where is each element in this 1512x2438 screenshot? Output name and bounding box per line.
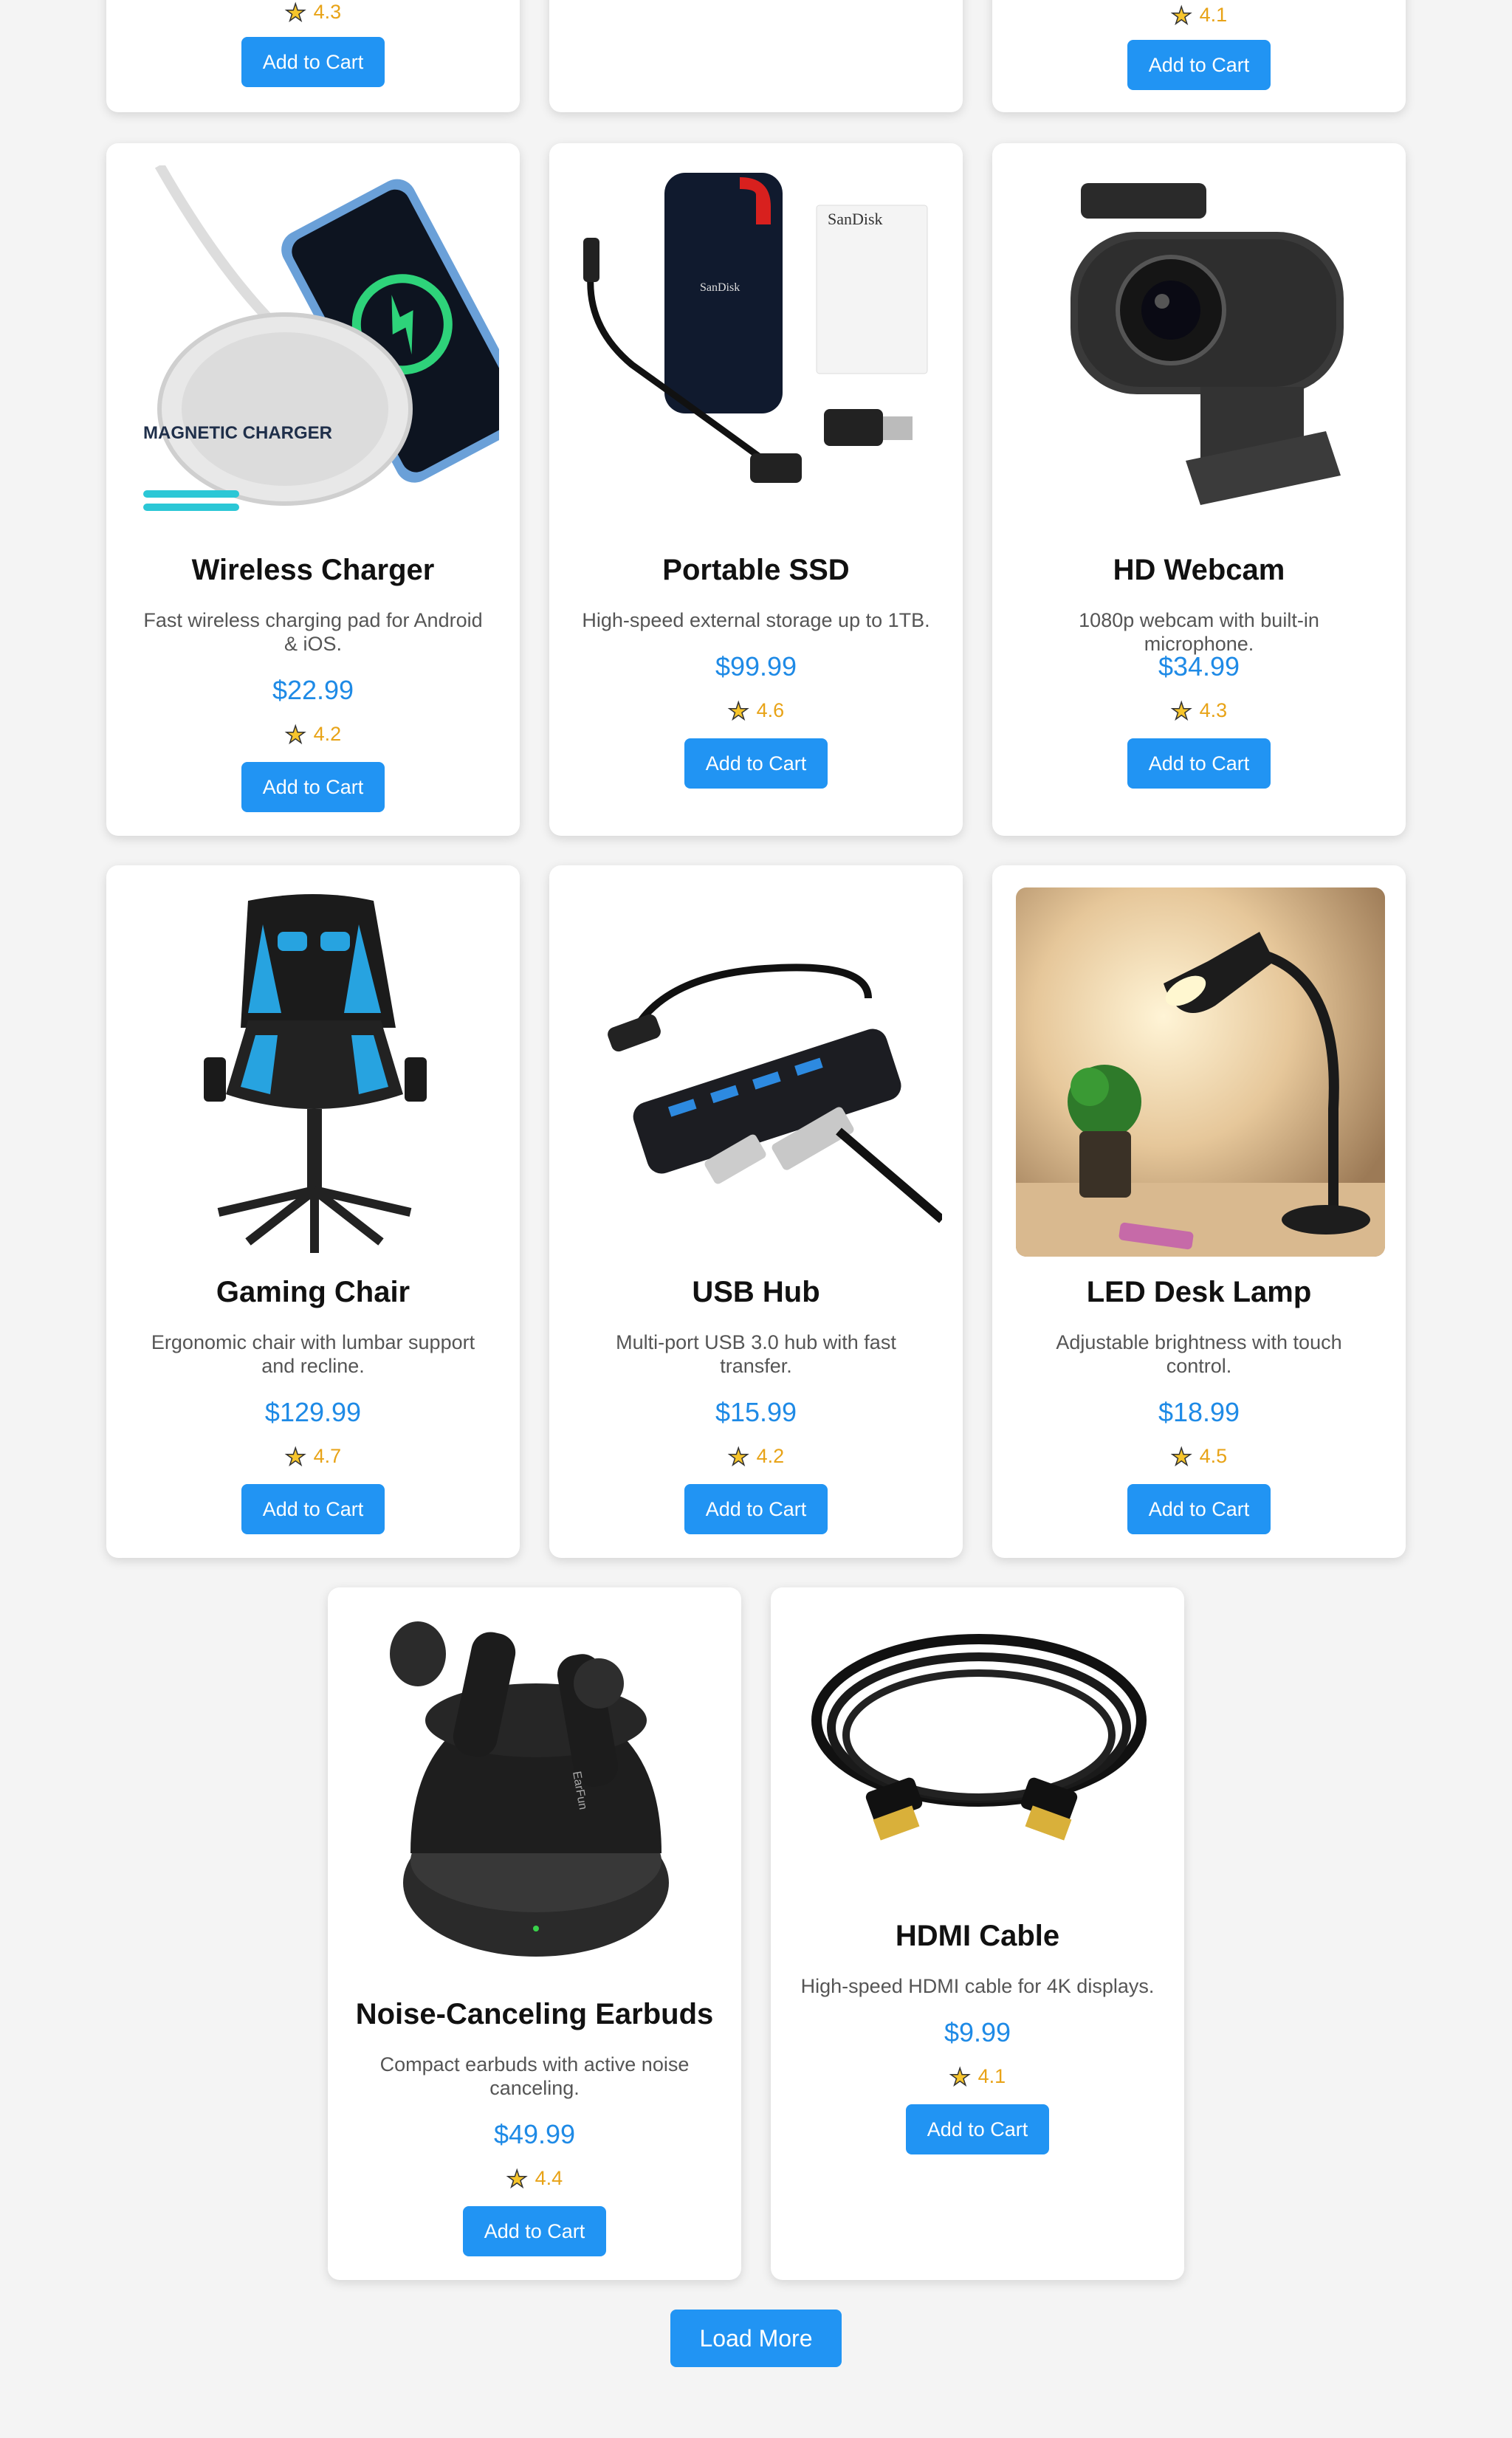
- add-to-cart-button[interactable]: Add to Cart: [1127, 738, 1271, 789]
- load-more-button[interactable]: Load More: [670, 2310, 842, 2367]
- star-icon: ★: [284, 721, 306, 749]
- product-card: ★ 4.1 Add to Cart: [992, 0, 1406, 112]
- product-card: [549, 0, 963, 112]
- product-card: HD Webcam 1080p webcam with built-in mic…: [992, 143, 1406, 836]
- star-icon: ★: [506, 2165, 528, 2193]
- product-name: Gaming Chair: [216, 1276, 410, 1308]
- star-icon: ★: [727, 1443, 749, 1471]
- add-to-cart-button[interactable]: Add to Cart: [241, 37, 385, 87]
- product-rating: ★ 4.1: [949, 2063, 1006, 2091]
- product-rating: ★ 4.2: [727, 1443, 785, 1471]
- product-image-webcam: [1016, 165, 1385, 535]
- product-card: EarFun Noise-Canceling Earbuds Compact e…: [328, 1587, 741, 2280]
- product-image-wireless-charger: MAGNETIC CHARGER: [130, 165, 499, 535]
- svg-text:SanDisk: SanDisk: [828, 210, 883, 228]
- product-name: Wireless Charger: [191, 554, 435, 586]
- product-rating: ★ 4.7: [284, 1443, 342, 1471]
- add-to-cart-button[interactable]: Add to Cart: [906, 2104, 1049, 2154]
- add-to-cart-button[interactable]: Add to Cart: [241, 762, 385, 812]
- product-image-gaming-chair: [130, 887, 499, 1257]
- product-name: Noise-Canceling Earbuds: [355, 1998, 714, 2030]
- star-icon: ★: [949, 2063, 971, 2091]
- product-card: SanDisk SanDisk Portable SSD High-speed …: [549, 143, 963, 836]
- star-icon: ★: [284, 0, 306, 27]
- star-icon: ★: [1170, 1443, 1192, 1471]
- product-rating: ★ 4.1: [1170, 1, 1228, 30]
- product-name: USB Hub: [692, 1276, 820, 1308]
- product-description: High-speed HDMI cable for 4K displays.: [800, 1975, 1155, 1997]
- product-price: $49.99: [493, 2119, 576, 2149]
- product-rating: ★ 4.3: [284, 0, 342, 27]
- product-price: $129.99: [264, 1397, 362, 1427]
- product-price: $18.99: [1158, 1397, 1240, 1427]
- add-to-cart-button[interactable]: Add to Cart: [1127, 40, 1271, 90]
- product-description: Fast wireless charging pad for Android &…: [143, 609, 483, 655]
- product-image-usb-hub: [573, 887, 942, 1257]
- product-description: Multi-port USB 3.0 hub with fast transfe…: [616, 1331, 896, 1377]
- product-card: Gaming Chair Ergonomic chair with lumbar…: [106, 865, 520, 1558]
- product-name: HD Webcam: [1113, 554, 1285, 586]
- star-icon: ★: [727, 697, 749, 725]
- product-image-earbuds: EarFun: [351, 1610, 721, 1979]
- star-icon: ★: [1170, 1, 1192, 30]
- image-text: SanDisk: [700, 281, 740, 294]
- product-description: High-speed external storage up to 1TB.: [582, 609, 930, 631]
- add-to-cart-button[interactable]: Add to Cart: [684, 1484, 828, 1534]
- add-to-cart-button[interactable]: Add to Cart: [463, 2206, 606, 2256]
- product-rating: ★ 4.5: [1170, 1443, 1228, 1471]
- product-card: HDMI Cable High-speed HDMI cable for 4K …: [771, 1587, 1184, 2280]
- product-card: LED Desk Lamp Adjustable brightness with…: [992, 865, 1406, 1558]
- image-text: MAGNETIC CHARGER: [143, 423, 332, 443]
- star-icon: ★: [284, 1443, 306, 1471]
- product-image-desk-lamp: [1016, 887, 1385, 1257]
- product-card: USB Hub Multi-port USB 3.0 hub with fast…: [549, 865, 963, 1558]
- product-card: MAGNETIC CHARGER Wireless Charger Fast w…: [106, 143, 520, 836]
- product-image-portable-ssd: SanDisk SanDisk: [573, 165, 942, 535]
- product-price: $22.99: [272, 675, 354, 705]
- product-price: $15.99: [715, 1397, 797, 1427]
- product-description: Adjustable brightness with touch control…: [1056, 1331, 1342, 1377]
- add-to-cart-button[interactable]: Add to Cart: [1127, 1484, 1271, 1534]
- product-description: 1080p webcam with built-in microphone.: [1079, 609, 1319, 655]
- product-name: Portable SSD: [662, 554, 850, 586]
- product-price: $99.99: [715, 651, 797, 681]
- product-rating: ★ 4.2: [284, 721, 342, 749]
- star-icon: ★: [1170, 697, 1192, 725]
- product-name: LED Desk Lamp: [1086, 1276, 1312, 1308]
- add-to-cart-button[interactable]: Add to Cart: [684, 738, 828, 789]
- product-rating: ★ 4.6: [727, 697, 785, 725]
- product-price: $9.99: [944, 2017, 1011, 2047]
- product-description: Ergonomic chair with lumbar support and …: [151, 1331, 475, 1377]
- product-rating: ★ 4.3: [1170, 697, 1228, 725]
- product-price: $34.99: [1158, 651, 1240, 681]
- product-card: ★ 4.3 Add to Cart: [106, 0, 520, 112]
- product-image-hdmi-cable: [794, 1610, 1164, 1900]
- product-description: Compact earbuds with active noise cancel…: [379, 2053, 690, 2099]
- product-name: HDMI Cable: [895, 1920, 1060, 1952]
- product-rating: ★ 4.4: [506, 2165, 563, 2193]
- add-to-cart-button[interactable]: Add to Cart: [241, 1484, 385, 1534]
